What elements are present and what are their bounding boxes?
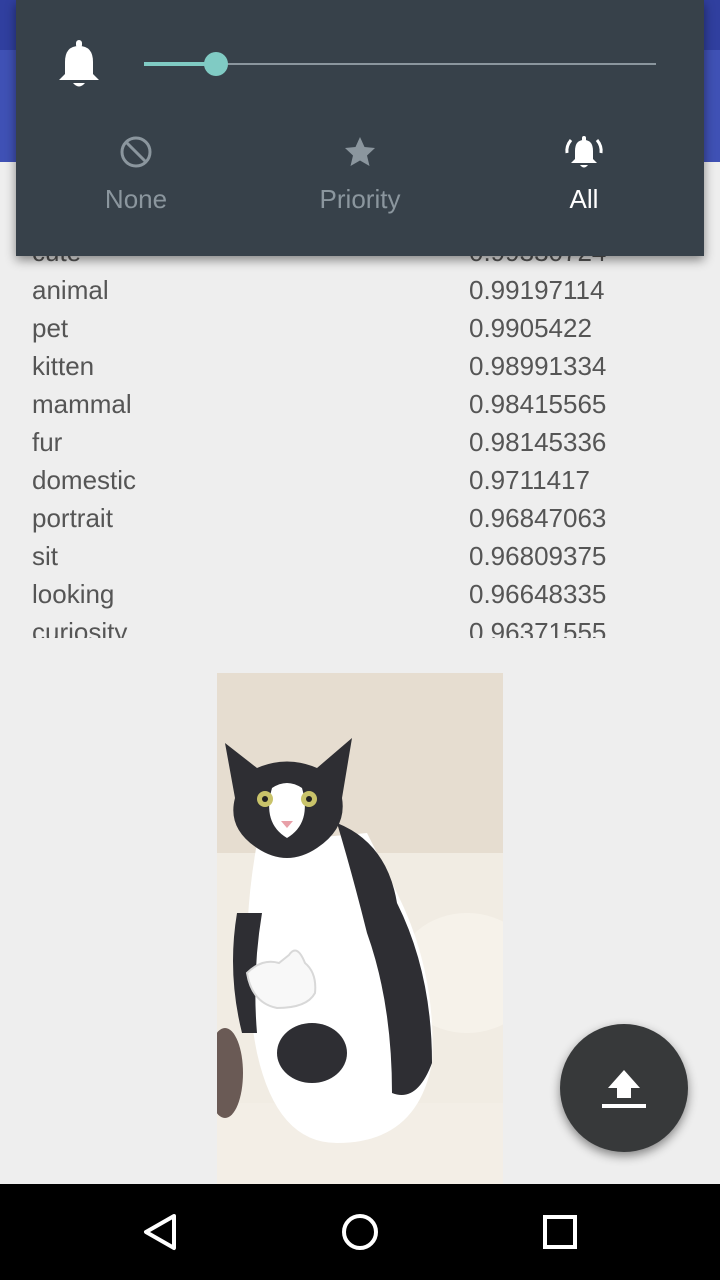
bell-icon[interactable] xyxy=(56,40,102,90)
score-text: 0.9905422 xyxy=(469,313,592,343)
results-list[interactable]: cute 0.99330724 animal 0.99197114 pet 0.… xyxy=(0,232,720,638)
score-text: 0.98145336 xyxy=(469,427,607,457)
upload-icon xyxy=(602,1070,646,1108)
score-text: 0.98415565 xyxy=(469,389,607,419)
list-item: portrait 0.96847063 xyxy=(0,499,720,537)
list-item: fur 0.98145336 xyxy=(0,423,720,461)
label-text: pet xyxy=(32,313,69,343)
label-text: curiosity xyxy=(32,617,128,638)
score-text: 0.99197114 xyxy=(469,275,605,305)
list-item: domestic 0.9711417 xyxy=(0,461,720,499)
navigation-bar xyxy=(0,1184,720,1280)
recents-button[interactable] xyxy=(530,1202,590,1262)
upload-button[interactable] xyxy=(560,1024,688,1152)
slider-thumb[interactable] xyxy=(204,52,228,76)
mode-all-button[interactable]: All xyxy=(484,130,684,215)
list-item: kitten 0.98991334 xyxy=(0,347,720,385)
list-item: animal 0.99197114 xyxy=(0,271,720,309)
mode-none-button[interactable]: None xyxy=(36,130,236,215)
score-text: 0.96847063 xyxy=(469,503,607,533)
label-text: mammal xyxy=(32,389,132,419)
back-icon xyxy=(144,1214,176,1250)
cat-photo xyxy=(217,673,503,1184)
label-text: kitten xyxy=(32,351,95,381)
do-not-disturb-panel: None Priority All xyxy=(16,0,704,256)
label-text: sit xyxy=(32,541,58,571)
mode-label: All xyxy=(569,184,599,214)
recents-icon xyxy=(543,1215,577,1249)
list-item: looking 0.96648335 xyxy=(0,575,720,613)
ringing-bell-icon xyxy=(484,130,684,174)
home-button[interactable] xyxy=(330,1202,390,1262)
block-icon xyxy=(36,130,236,174)
mode-label: Priority xyxy=(319,184,401,214)
list-item: mammal 0.98415565 xyxy=(0,385,720,423)
list-item: sit 0.96809375 xyxy=(0,537,720,575)
score-text: 0.96371555 xyxy=(469,617,607,638)
score-text: 0.9711417 xyxy=(469,465,590,495)
label-text: fur xyxy=(32,427,63,457)
score-text: 0.96809375 xyxy=(469,541,607,571)
label-text: portrait xyxy=(32,503,113,533)
score-text: 0.98991334 xyxy=(469,351,607,381)
mode-label: None xyxy=(104,184,168,214)
back-button[interactable] xyxy=(130,1202,190,1262)
label-text: looking xyxy=(32,579,115,609)
label-text: animal xyxy=(32,275,109,305)
star-icon xyxy=(260,130,460,174)
score-text: 0.96648335 xyxy=(469,579,607,609)
home-icon xyxy=(342,1214,378,1250)
cat-photo-illustration xyxy=(217,673,503,1184)
volume-slider[interactable] xyxy=(144,48,656,80)
list-item: pet 0.9905422 xyxy=(0,309,720,347)
list-item: curiosity 0.96371555 xyxy=(0,613,720,638)
mode-priority-button[interactable]: Priority xyxy=(260,130,460,215)
label-text: domestic xyxy=(32,465,137,495)
